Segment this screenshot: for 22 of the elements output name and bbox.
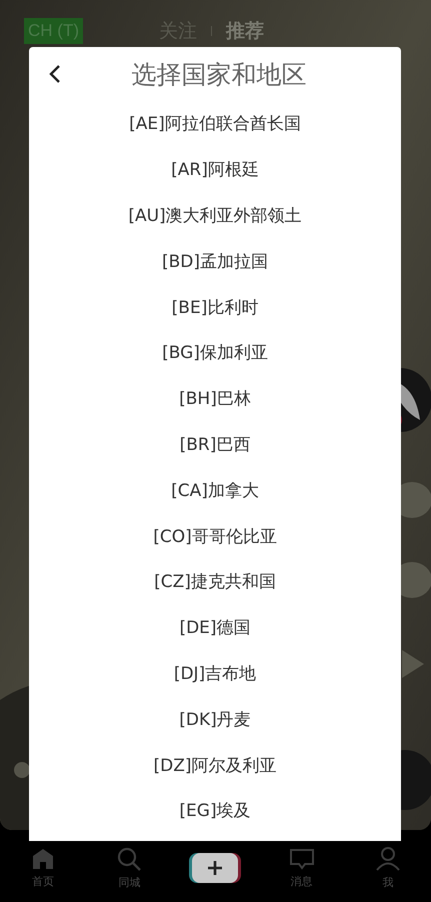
- country-option[interactable]: [BE]比利时: [172, 296, 258, 319]
- plus-icon: [207, 860, 224, 876]
- person-icon: [374, 846, 401, 870]
- create-button[interactable]: [192, 853, 238, 883]
- country-option[interactable]: [AE]阿拉伯联合酋长国: [129, 112, 301, 136]
- country-option[interactable]: [CZ]捷克共和国: [154, 570, 276, 594]
- country-option[interactable]: [BG]保加利亚: [162, 341, 268, 364]
- country-option[interactable]: [AR]阿根廷: [171, 158, 259, 182]
- country-option[interactable]: [DJ]吉布地: [174, 662, 256, 685]
- country-option[interactable]: [CO]哥哥伦比亚: [153, 524, 277, 548]
- country-option[interactable]: [DZ]阿尔及利亚: [153, 754, 276, 777]
- country-option[interactable]: [DK]丹麦: [179, 708, 251, 731]
- country-option[interactable]: [BD]孟加拉国: [162, 250, 268, 273]
- country-option[interactable]: [DE]德国: [179, 616, 251, 640]
- country-option[interactable]: [EG]埃及: [179, 799, 251, 822]
- country-option[interactable]: [CA]加拿大: [171, 478, 259, 502]
- country-option[interactable]: [BH]巴林: [179, 387, 251, 410]
- dialog-title: 选择国家和地区: [132, 58, 306, 90]
- search-icon: [116, 846, 142, 870]
- message-icon: [288, 848, 315, 870]
- country-option[interactable]: [AU]澳大利亚外部领土: [128, 204, 302, 227]
- country-option[interactable]: [BR]巴西: [180, 432, 250, 456]
